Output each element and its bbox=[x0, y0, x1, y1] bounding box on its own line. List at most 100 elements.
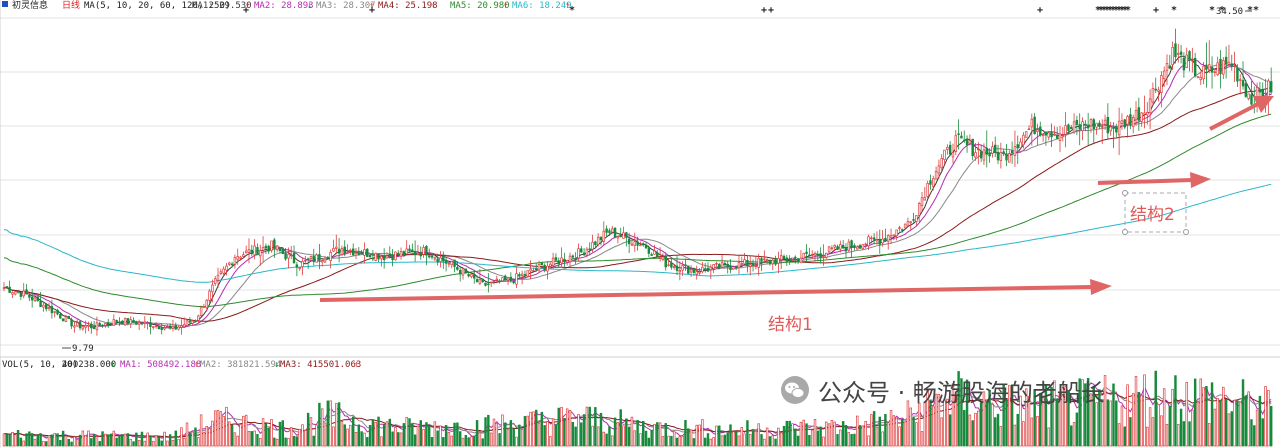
volume-bar bbox=[1210, 382, 1214, 447]
candle-body bbox=[926, 183, 929, 197]
volume-bar bbox=[202, 431, 206, 447]
candle-body bbox=[656, 252, 659, 257]
candle-body bbox=[951, 152, 955, 158]
volume-bar bbox=[878, 416, 881, 447]
volume-bar bbox=[366, 437, 369, 447]
wechat-icon bbox=[781, 376, 809, 404]
volume-bar bbox=[810, 429, 814, 447]
volume-bar bbox=[427, 425, 431, 447]
volume-bar bbox=[1047, 427, 1050, 447]
candle-body bbox=[1177, 53, 1180, 55]
structure2-box-handle[interactable] bbox=[1183, 229, 1189, 235]
candle-body bbox=[152, 326, 155, 328]
volume-bar bbox=[856, 415, 859, 447]
volume-bar bbox=[509, 420, 513, 447]
candle-body bbox=[929, 180, 932, 185]
volume-bar bbox=[737, 435, 741, 447]
volume-bar bbox=[830, 420, 834, 447]
structure2-box-handle[interactable] bbox=[1122, 229, 1128, 235]
candle-body bbox=[1238, 79, 1242, 81]
candle-body bbox=[934, 171, 938, 180]
volume-bar bbox=[616, 422, 620, 447]
event-marker: + bbox=[1153, 5, 1159, 16]
candle-body bbox=[45, 304, 48, 310]
candle-body bbox=[509, 276, 513, 282]
candle-body bbox=[512, 280, 515, 284]
candle-body bbox=[36, 296, 40, 301]
volume-bar bbox=[917, 402, 921, 447]
period-label: 日线 bbox=[62, 0, 80, 11]
volume-bar bbox=[160, 440, 163, 447]
candle-body bbox=[822, 255, 825, 258]
volume-bar bbox=[1177, 424, 1180, 447]
candle-body bbox=[726, 263, 729, 268]
candle-body bbox=[504, 275, 507, 281]
volume-bar bbox=[611, 435, 614, 447]
volume-bar bbox=[444, 424, 448, 447]
volume-bar bbox=[25, 433, 28, 447]
volume-bar bbox=[467, 437, 470, 447]
volume-bar bbox=[537, 423, 541, 447]
volume-bar bbox=[278, 421, 282, 447]
candle-body bbox=[447, 262, 451, 265]
candle-body bbox=[450, 261, 453, 266]
candle-body bbox=[596, 236, 600, 245]
candle-body bbox=[275, 245, 279, 250]
candle-body bbox=[751, 263, 755, 265]
candle-body bbox=[1092, 119, 1096, 130]
candle-body bbox=[672, 266, 676, 268]
volume-bar bbox=[64, 435, 68, 447]
volume-bar bbox=[622, 425, 625, 447]
volume-bar bbox=[884, 414, 887, 447]
candle-body bbox=[644, 244, 648, 249]
volume-bar bbox=[630, 416, 634, 447]
candle-body bbox=[1261, 89, 1264, 98]
volume-bar bbox=[667, 435, 670, 447]
volume-bar bbox=[791, 423, 794, 447]
volume-bar bbox=[582, 414, 586, 447]
volume-bar bbox=[1117, 423, 1121, 447]
volume-bar bbox=[841, 421, 845, 447]
volume-bar bbox=[1247, 391, 1250, 447]
candle-body bbox=[709, 266, 713, 271]
event-marker: + bbox=[243, 5, 249, 16]
candle-body bbox=[684, 264, 687, 267]
volume-bar bbox=[182, 438, 186, 447]
candle-body bbox=[895, 229, 898, 236]
volume-bar bbox=[915, 422, 918, 447]
candle-body bbox=[506, 277, 510, 281]
volume-bar bbox=[670, 435, 673, 447]
candle-body bbox=[109, 323, 113, 325]
candle-body bbox=[413, 250, 417, 255]
volume-bar bbox=[785, 420, 789, 447]
event-marker: * bbox=[1171, 5, 1177, 16]
volume-bar bbox=[397, 432, 400, 447]
volume-bar bbox=[684, 419, 687, 447]
volume-bar bbox=[244, 414, 248, 447]
volume-bar bbox=[309, 417, 313, 447]
candle-body bbox=[84, 325, 87, 328]
volume-bar bbox=[489, 432, 493, 447]
volume-bar bbox=[529, 411, 532, 447]
candle-body bbox=[64, 316, 68, 322]
volume-bar bbox=[199, 414, 203, 447]
volume-bar bbox=[14, 434, 17, 447]
candle-body bbox=[174, 325, 177, 330]
structure2-box-handle[interactable] bbox=[1122, 190, 1128, 196]
volume-bar bbox=[703, 437, 707, 447]
volume-bar bbox=[315, 424, 318, 447]
candle-body bbox=[166, 326, 169, 328]
volume-bar bbox=[740, 427, 744, 447]
volume-bar bbox=[284, 437, 287, 447]
candle-body bbox=[1193, 57, 1197, 77]
candle-body bbox=[171, 325, 175, 329]
volume-bar bbox=[501, 414, 504, 447]
volume-bar bbox=[447, 431, 451, 447]
ma-value-6: MA6: 18.249 bbox=[512, 1, 572, 11]
candle-body bbox=[1117, 120, 1121, 136]
volume-bar bbox=[487, 414, 490, 447]
volume-bar bbox=[371, 419, 375, 447]
volume-bar bbox=[75, 439, 79, 447]
candle-body bbox=[605, 228, 608, 233]
candle-body bbox=[850, 240, 853, 248]
